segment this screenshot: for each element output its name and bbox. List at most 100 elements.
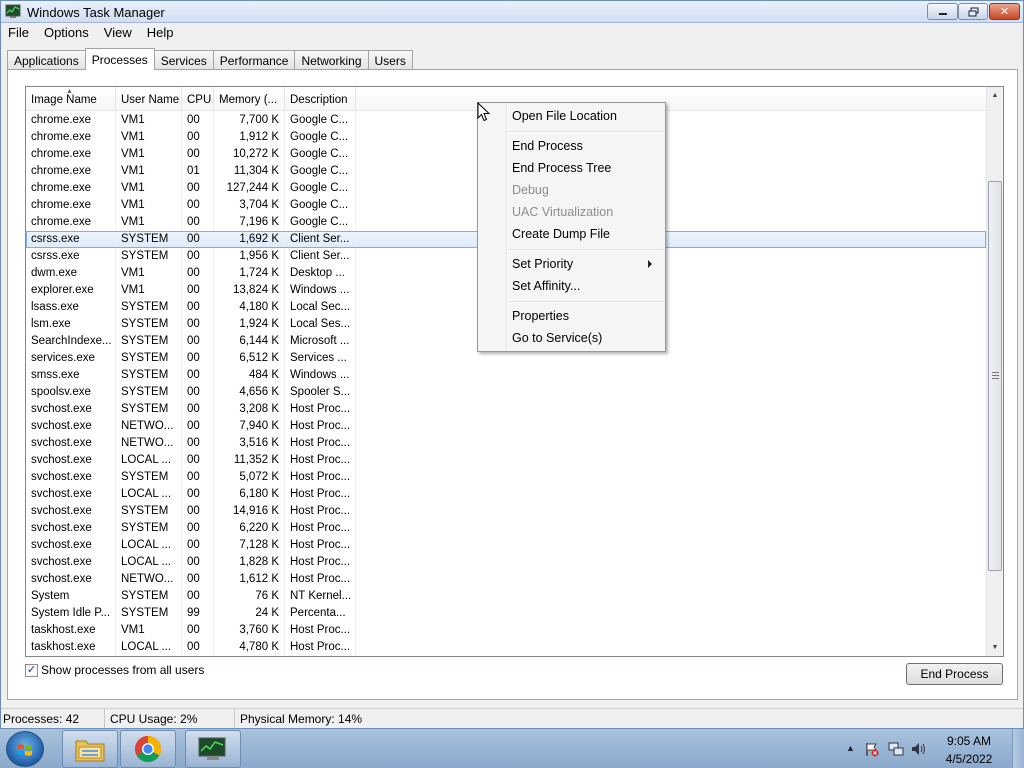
- menu-set-affinity[interactable]: Set Affinity...: [512, 279, 662, 297]
- cell-image-name: svchost.exe: [26, 486, 116, 503]
- cell-cpu: 00: [182, 571, 214, 588]
- menu-help[interactable]: Help: [140, 23, 182, 43]
- tab-users[interactable]: Users: [367, 50, 413, 70]
- cell-cpu: 00: [182, 384, 214, 401]
- menu-end-process[interactable]: End Process: [512, 139, 662, 157]
- submenu-arrow-icon: [648, 260, 652, 268]
- process-row[interactable]: svchost.exe NETWO... 00 7,940 K Host Proc...: [26, 418, 986, 435]
- process-row[interactable]: svchost.exe SYSTEM 00 3,208 K Host Proc...: [26, 401, 986, 418]
- maximize-button[interactable]: [958, 3, 988, 20]
- scroll-thumb[interactable]: [988, 181, 1002, 571]
- process-row[interactable]: System Idle P... SYSTEM 99 24 K Percenta...: [26, 605, 986, 622]
- cell-user-name: SYSTEM: [116, 299, 182, 316]
- scroll-down-arrow-icon[interactable]: ▼: [987, 639, 1003, 656]
- volume-icon[interactable]: [910, 741, 926, 757]
- start-button[interactable]: [6, 731, 44, 767]
- cell-cpu: 00: [182, 435, 214, 452]
- minimize-button[interactable]: [927, 3, 958, 20]
- cell-cpu: 00: [182, 452, 214, 469]
- taskbar-task-manager[interactable]: [185, 730, 241, 768]
- process-row[interactable]: services.exe SYSTEM 00 6,512 K Services ...: [26, 350, 986, 367]
- menu-separator: [508, 249, 664, 251]
- menu-end-process-tree[interactable]: End Process Tree: [512, 161, 662, 179]
- process-row[interactable]: svchost.exe LOCAL ... 00 6,180 K Host Proc..…: [26, 486, 986, 503]
- cell-description: Client Ser...: [285, 231, 356, 248]
- cell-image-name: svchost.exe: [26, 452, 116, 469]
- network-icon[interactable]: [888, 741, 904, 757]
- cell-description: Host Proc...: [285, 418, 356, 435]
- cell-memory: 7,940 K: [214, 418, 285, 435]
- tab-applications[interactable]: Applications: [7, 50, 86, 70]
- menu-go-to-services[interactable]: Go to Service(s): [512, 331, 662, 349]
- scroll-up-arrow-icon[interactable]: ▲: [987, 87, 1003, 104]
- close-button[interactable]: ✕: [989, 3, 1020, 20]
- cell-cpu: 00: [182, 231, 214, 248]
- tab-performance[interactable]: Performance: [212, 50, 296, 70]
- process-row[interactable]: svchost.exe LOCAL ... 00 1,828 K Host Proc..…: [26, 554, 986, 571]
- cell-image-name: chrome.exe: [26, 146, 116, 163]
- taskbar-chrome[interactable]: [120, 730, 176, 768]
- column-description[interactable]: Description: [285, 87, 356, 111]
- process-row[interactable]: svchost.exe LOCAL ... 00 7,128 K Host Proc..…: [26, 537, 986, 554]
- cell-description: Host Proc...: [285, 571, 356, 588]
- chrome-icon: [134, 735, 162, 763]
- cell-description: Host Proc...: [285, 469, 356, 486]
- process-row[interactable]: svchost.exe LOCAL ... 00 11,352 K Host Proc.…: [26, 452, 986, 469]
- process-row[interactable]: svchost.exe SYSTEM 00 5,072 K Host Proc...: [26, 469, 986, 486]
- tab-networking[interactable]: Networking: [294, 50, 369, 70]
- menu-open-file-location[interactable]: Open File Location: [512, 109, 662, 127]
- menu-set-priority[interactable]: Set Priority: [512, 257, 662, 275]
- cell-image-name: chrome.exe: [26, 214, 116, 231]
- cell-cpu: 00: [182, 469, 214, 486]
- cell-memory: 127,244 K: [214, 180, 285, 197]
- process-row[interactable]: taskhost.exe LOCAL ... 00 4,780 K Host Proc.…: [26, 639, 986, 656]
- status-physical-memory: Physical Memory: 14%: [240, 712, 363, 726]
- menu-properties[interactable]: Properties: [512, 309, 662, 327]
- cell-user-name: VM1: [116, 129, 182, 146]
- cell-description: Microsoft ...: [285, 333, 356, 350]
- menu-create-dump-file[interactable]: Create Dump File: [512, 227, 662, 245]
- menu-view[interactable]: View: [97, 23, 140, 43]
- vertical-scrollbar[interactable]: ▲ ▼: [986, 87, 1003, 656]
- tab-processes[interactable]: Processes: [84, 48, 155, 70]
- status-bar: Processes: 42 CPU Usage: 2% Physical Mem…: [1, 708, 1023, 728]
- show-desktop-button[interactable]: [1012, 729, 1024, 768]
- cell-image-name: chrome.exe: [26, 163, 116, 180]
- menu-options[interactable]: Options: [37, 23, 97, 43]
- process-row[interactable]: svchost.exe NETWO... 00 3,516 K Host Proc...: [26, 435, 986, 452]
- cell-user-name: SYSTEM: [116, 367, 182, 384]
- cell-image-name: chrome.exe: [26, 129, 116, 146]
- tab-services[interactable]: Services: [153, 50, 214, 70]
- cell-cpu: 00: [182, 248, 214, 265]
- process-row[interactable]: System SYSTEM 00 76 K NT Kernel...: [26, 588, 986, 605]
- column-memory[interactable]: Memory (...: [214, 87, 285, 111]
- cell-cpu: 00: [182, 503, 214, 520]
- clock[interactable]: 9:05 AM 4/5/2022: [929, 734, 1009, 767]
- column-user-name[interactable]: User Name: [116, 87, 182, 111]
- process-row[interactable]: smss.exe SYSTEM 00 484 K Windows ...: [26, 367, 986, 384]
- cell-image-name: csrss.exe: [26, 231, 116, 248]
- show-all-users-label[interactable]: Show processes from all users: [41, 663, 204, 677]
- grip-icon: [992, 372, 999, 379]
- cell-memory: 11,304 K: [214, 163, 285, 180]
- end-process-button[interactable]: End Process: [906, 663, 1003, 685]
- show-all-users-option[interactable]: ✓ Show processes from all users: [25, 663, 204, 677]
- taskbar-windows-explorer[interactable]: [62, 730, 118, 768]
- process-row[interactable]: taskhost.exe VM1 00 3,760 K Host Proc...: [26, 622, 986, 639]
- cell-description: Host Proc...: [285, 520, 356, 537]
- menu-file[interactable]: File: [1, 23, 37, 43]
- cell-description: Desktop ...: [285, 265, 356, 282]
- show-hidden-icons-icon[interactable]: ▲: [846, 743, 855, 753]
- process-row[interactable]: svchost.exe NETWO... 00 1,612 K Host Proc...: [26, 571, 986, 588]
- process-row[interactable]: spoolsv.exe SYSTEM 00 4,656 K Spooler S...: [26, 384, 986, 401]
- show-all-users-checkbox[interactable]: ✓: [25, 663, 38, 677]
- column-image-name[interactable]: ▲ Image Name: [26, 87, 116, 111]
- cell-memory: 1,692 K: [214, 231, 285, 248]
- column-cpu[interactable]: CPU: [182, 87, 214, 111]
- action-center-flag-icon[interactable]: [864, 741, 880, 757]
- title-bar[interactable]: Windows Task Manager ✕: [1, 1, 1023, 23]
- process-row[interactable]: svchost.exe SYSTEM 00 14,916 K Host Proc...: [26, 503, 986, 520]
- process-row[interactable]: svchost.exe SYSTEM 00 6,220 K Host Proc...: [26, 520, 986, 537]
- cell-cpu: 00: [182, 180, 214, 197]
- cell-user-name: LOCAL ...: [116, 554, 182, 571]
